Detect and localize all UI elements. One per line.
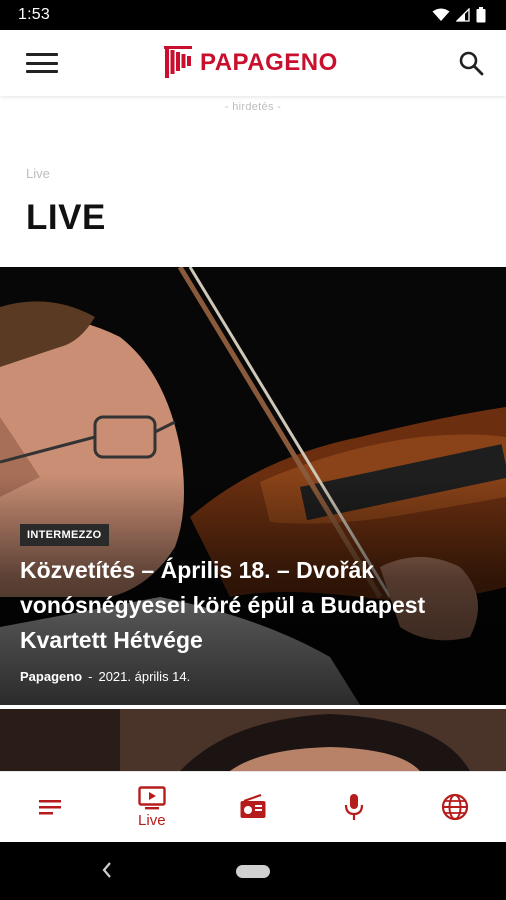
wifi-icon (432, 8, 450, 21)
status-icons (432, 7, 486, 23)
page-title: LIVE (26, 198, 106, 237)
hamburger-line (26, 53, 58, 56)
search-icon (459, 51, 484, 76)
search-button[interactable] (456, 48, 486, 78)
breadcrumb[interactable]: Live (26, 166, 50, 181)
globe-icon (442, 793, 469, 821)
bottom-navigation: Live (0, 771, 506, 842)
back-icon[interactable] (100, 860, 114, 880)
system-navigation-bar (0, 842, 506, 900)
article-author[interactable]: Papageno (20, 669, 82, 684)
second-article-card[interactable] (0, 709, 506, 771)
nav-item-radio[interactable] (213, 777, 293, 837)
battery-icon (476, 7, 486, 23)
nav-item-podcast[interactable] (314, 777, 394, 837)
nav-item-web[interactable] (415, 777, 495, 837)
status-bar: 1:53 (0, 0, 506, 30)
article-title[interactable]: Közvetítés – Április 18. – Dvořák vonósn… (20, 553, 490, 658)
panpipe-logo-icon (164, 46, 192, 78)
nav-label-live: Live (138, 811, 166, 829)
hamburger-line (26, 61, 58, 65)
status-time: 1:53 (18, 6, 50, 23)
app-bar: PAPAGENO (0, 30, 506, 96)
home-pill-button[interactable] (236, 864, 270, 878)
category-badge[interactable]: INTERMEZZO (20, 524, 109, 546)
hero-article-card[interactable]: INTERMEZZO Közvetítés – Április 18. – Dv… (0, 267, 506, 705)
article-meta: Papageno - 2021. április 14. (20, 669, 190, 684)
second-article-image (0, 709, 506, 771)
radio-icon (240, 794, 266, 818)
papageno-logo[interactable]: PAPAGENO (164, 46, 338, 80)
menu-lines-icon (38, 800, 61, 815)
meta-separator: - (88, 669, 93, 684)
hamburger-line (26, 70, 58, 73)
nav-item-menu[interactable] (11, 777, 91, 837)
hamburger-menu-button[interactable] (26, 51, 58, 75)
cellular-signal-icon (456, 8, 470, 22)
nav-item-live[interactable]: Live (112, 777, 192, 837)
live-tv-icon (138, 785, 166, 809)
microphone-icon (345, 794, 364, 820)
logo-text: PAPAGENO (200, 49, 338, 76)
article-date: 2021. április 14. (98, 669, 191, 684)
ad-label: - hirdetés - (224, 101, 282, 113)
